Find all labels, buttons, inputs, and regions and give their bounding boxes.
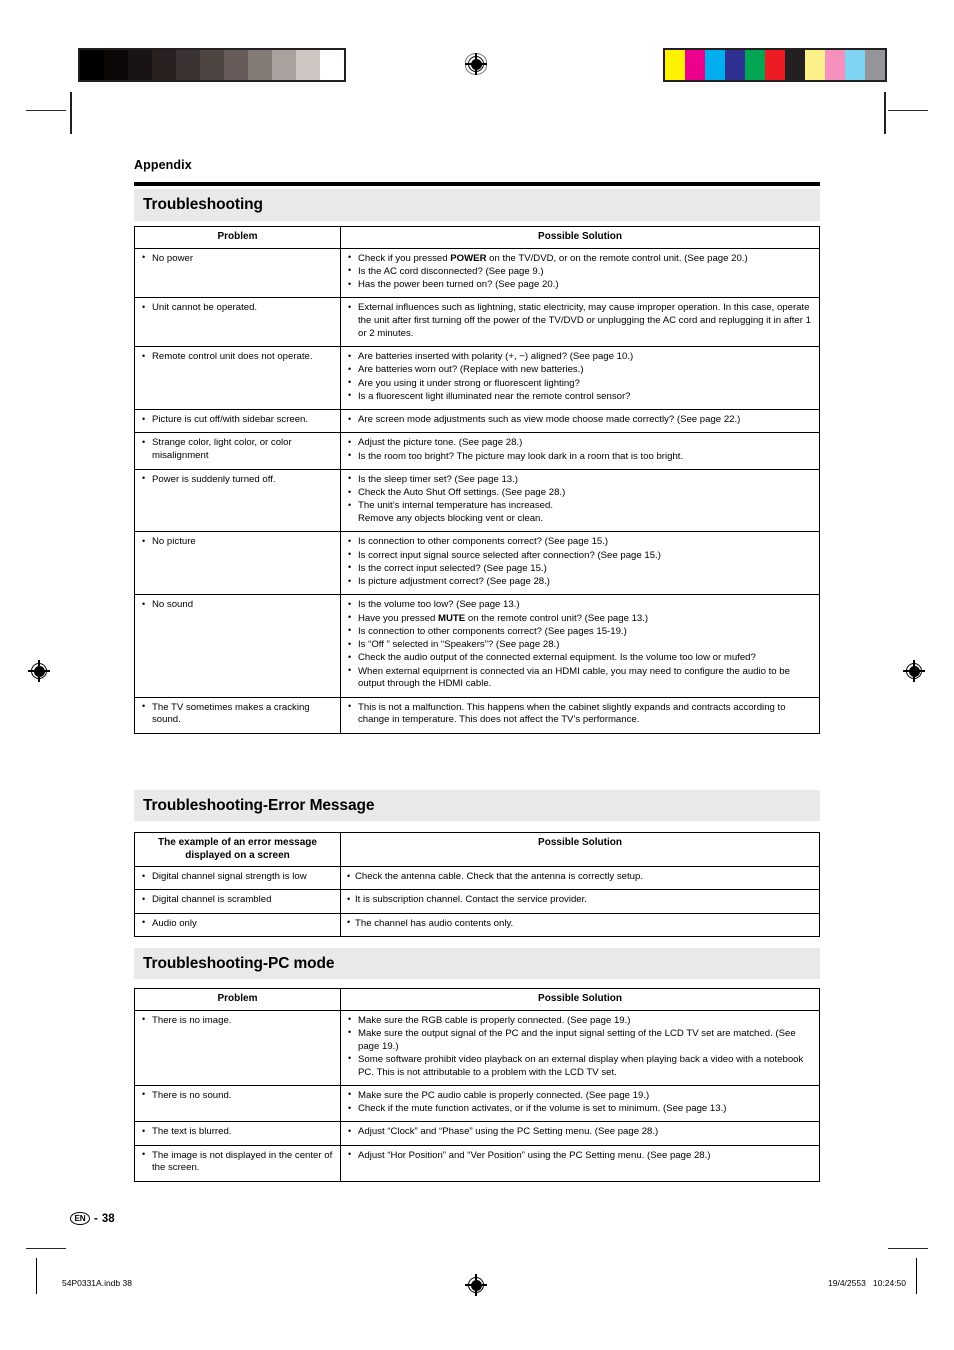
problem-text: Audio only (141, 917, 334, 931)
solution-text: External influences such as lightning, s… (347, 302, 813, 340)
table-row: The text is blurred. Adjust “Clock” and … (134, 1121, 820, 1146)
solution-text: Is “Off ” selected in “Speakers”? (See p… (347, 639, 813, 652)
problem-text: Power is suddenly turned off. (141, 473, 334, 487)
solution-text: Is a fluorescent light illuminated near … (347, 390, 813, 404)
table-row: Strange color, light color, or color mis… (134, 432, 820, 470)
solution-text: Some software prohibit video playback on… (347, 1053, 813, 1080)
solution-text: Are screen mode adjustments such as view… (347, 414, 813, 427)
column-header-problem: Problem (134, 988, 341, 1011)
table-row: No power Check if you pressed POWER on t… (134, 247, 820, 299)
table-row: There is no image. Make sure the RGB cab… (134, 1009, 820, 1086)
table-row: Digital channel is scrambled It is subsc… (134, 889, 820, 914)
footer-rule-left (36, 1258, 38, 1294)
section-header-pc-mode: Troubleshooting-PC mode (134, 948, 820, 979)
problem-text: There is no image. (141, 1014, 334, 1028)
section-header-troubleshooting: Troubleshooting (134, 189, 820, 221)
section-title: Troubleshooting-Error Message (143, 797, 375, 814)
solution-text: Is picture adjustment correct? (See page… (347, 576, 813, 589)
table-row: Remote control unit does not operate. Ar… (134, 346, 820, 410)
solution-text: Check the audio output of the connected … (347, 652, 813, 665)
problem-text: No sound (141, 599, 334, 612)
solution-text: When external equiprnent is connected vi… (347, 665, 813, 692)
problem-text: There is no sound. (141, 1089, 334, 1103)
problem-text: Digital channel is scrambled (141, 894, 334, 907)
solution-text: Make sure the PC audio cable is properly… (347, 1089, 813, 1103)
column-header-error-example: The example of an error message displaye… (134, 832, 341, 867)
column-header-solution: Possible Solution (340, 226, 820, 249)
page-number-separator: - (93, 1212, 98, 1225)
section-title: Troubleshooting (143, 196, 263, 213)
footer-timestamp: 19/4/2553 10:24:50 (828, 1278, 906, 1288)
table-row: No picture Is connection to other compon… (134, 531, 820, 596)
section-title: Troubleshooting-PC mode (143, 955, 335, 972)
table-row: Picture is cut off/with sidebar screen. … (134, 408, 820, 434)
problem-text: Picture is cut off/with sidebar screen. (141, 414, 334, 427)
table-row: Power is suddenly turned off. Is the sle… (134, 468, 820, 533)
solution-text: Have you pressed MUTE on the remote cont… (347, 612, 813, 626)
table-row: Unit cannot be operated. External influe… (134, 297, 820, 347)
error-message-table: The example of an error message displaye… (134, 832, 820, 937)
problem-text: Remote control unit does not operate. (141, 351, 334, 364)
troubleshooting-table: Problem Possible Solution No power Check… (134, 226, 820, 734)
solution-text: Is the correct input selected? (See page… (347, 562, 813, 576)
manual-page: Appendix Troubleshooting Problem Possibl… (0, 0, 954, 1350)
solution-text: Check the antenna cable. Check that the … (347, 871, 813, 884)
solution-text: Check if you pressed POWER on the TV/DVD… (347, 252, 813, 266)
footer-file-name: 54P0331A.indb 38 (62, 1278, 132, 1288)
section-header-error-message: Troubleshooting-Error Message (134, 790, 820, 821)
problem-text: The TV sometimes makes a cracking sound. (141, 701, 334, 728)
problem-text: Unit cannot be operated. (141, 302, 334, 315)
solution-text: Is the AC cord disconnected? (See page 9… (347, 265, 813, 279)
table-row: No sound Is the volume too low? (See pag… (134, 594, 820, 698)
solution-text: Adjust “Clock” and “Phase” using the PC … (347, 1126, 813, 1139)
page-number: EN - 38 (70, 1212, 115, 1226)
solution-text: Check the Auto Shut Off settings. (See p… (347, 487, 813, 500)
solution-text: Are you using it under strong or fluores… (347, 377, 813, 391)
solution-text: Make sure the RGB cable is properly conn… (347, 1014, 813, 1028)
running-head: Appendix (134, 158, 192, 172)
solution-text: Is the sleep timer set? (See page 13.) (347, 473, 813, 487)
problem-text: The image is not displayed in the center… (141, 1149, 334, 1176)
language-badge: EN (70, 1212, 90, 1226)
table-row: Digital channel signal strength is low C… (134, 865, 820, 891)
header-rule (134, 182, 820, 186)
footer-rule-right (916, 1258, 918, 1294)
solution-text: It is subscription channel. Contact the … (347, 894, 813, 907)
problem-text: No picture (141, 536, 334, 549)
problem-text: The text is blurred. (141, 1126, 334, 1139)
column-header-problem: Problem (134, 226, 341, 249)
solution-text: Is correct input signal source selected … (347, 549, 813, 563)
solution-text: Is the room too bright? The picture may … (347, 450, 813, 464)
solution-text: Are batteries worn out? (Replace with ne… (347, 364, 813, 377)
solution-text: The unit’s internal temperature has incr… (347, 500, 813, 526)
table-row: The image is not displayed in the center… (134, 1144, 820, 1182)
column-header-solution: Possible Solution (340, 988, 820, 1011)
solution-text: This is not a malfunction. This happens … (347, 701, 813, 728)
solution-text: Make sure the output signal of the PC an… (347, 1027, 813, 1054)
solution-text: Check if the mute function activates, or… (347, 1103, 813, 1116)
solution-text: Is connection to other components correc… (347, 536, 813, 549)
solution-text: Adjust “Hor Position” and “Ver Position”… (347, 1149, 813, 1163)
table-row: Audio only The channel has audio content… (134, 912, 820, 937)
table-header-row: Problem Possible Solution (134, 226, 820, 249)
solution-text: The channel has audio contents only. (347, 917, 813, 931)
problem-text: Strange color, light color, or color mis… (141, 437, 334, 463)
page-number-value: 38 (101, 1212, 115, 1225)
table-row: There is no sound. Make sure the PC audi… (134, 1084, 820, 1123)
pc-mode-table: Problem Possible Solution There is no im… (134, 988, 820, 1182)
solution-text: Are batteries inserted with polarity (+,… (347, 351, 813, 364)
table-header-row: Problem Possible Solution (134, 988, 820, 1011)
solution-text: Has the power been turned on? (See page … (347, 279, 813, 292)
solution-text: Is the volume too low? (See page 13.) (347, 599, 813, 612)
table-row: The TV sometimes makes a cracking sound.… (134, 696, 820, 734)
solution-text: Adjust the picture tone. (See page 28.) (347, 437, 813, 450)
solution-text: Is connection to other components correc… (347, 625, 813, 639)
problem-text: No power (141, 252, 334, 266)
problem-text: Digital channel signal strength is low (141, 871, 334, 884)
column-header-solution: Possible Solution (340, 832, 820, 867)
table-header-row: The example of an error message displaye… (134, 832, 820, 867)
